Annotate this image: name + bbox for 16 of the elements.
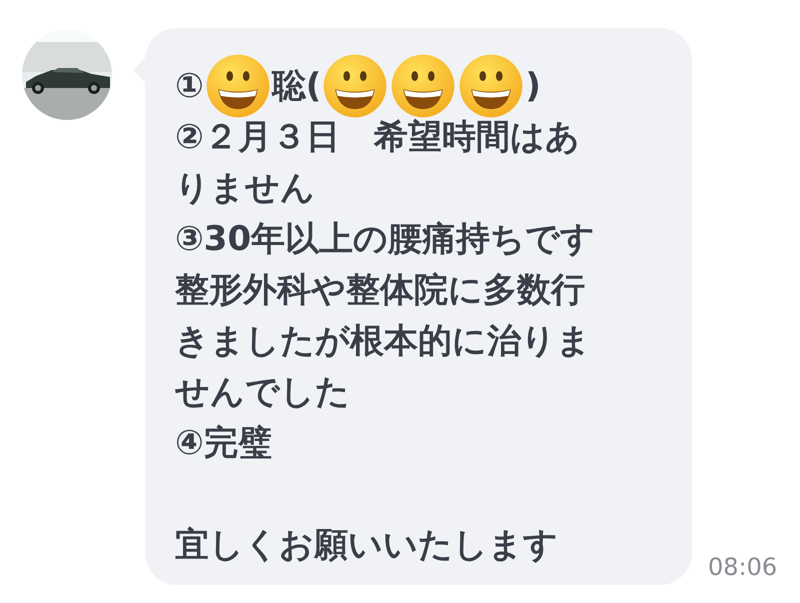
message-text: せんでした xyxy=(175,370,350,414)
smiley-icon xyxy=(458,52,524,118)
smiley-icon xyxy=(322,52,388,118)
smiley-icon xyxy=(204,52,271,118)
message-text: ) xyxy=(525,66,541,106)
message-text: りません xyxy=(175,166,315,210)
timestamp: 08:06 xyxy=(708,553,778,581)
message-text: ③30年以上の腰痛持ちです xyxy=(175,218,596,260)
message-text: ① xyxy=(175,66,204,106)
message-text: ④完璧 xyxy=(175,422,272,464)
message-text: きましたが根本的に治りま xyxy=(175,320,591,362)
message-text: ②２月３日 希望時間はあ xyxy=(175,116,580,158)
message-text: 聡( xyxy=(272,64,322,108)
message-text: 宜しくお願いいたします xyxy=(175,524,558,566)
smiley-icon xyxy=(390,52,456,118)
message-text: 整形外科や整体院に多数行 xyxy=(175,268,585,312)
